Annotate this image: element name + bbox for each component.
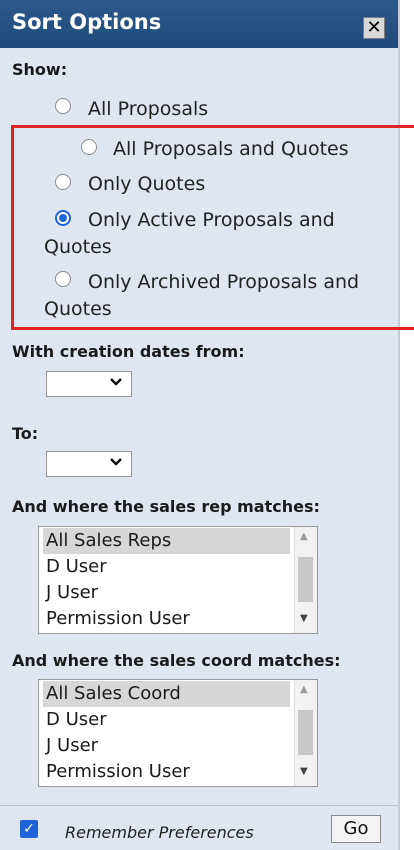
list-item[interactable]: All Sales Coord: [43, 681, 290, 707]
highlight-box: [11, 125, 414, 330]
chevron-down-icon: [109, 375, 123, 393]
show-label: Show:: [12, 60, 68, 79]
close-icon[interactable]: ✕: [363, 17, 385, 39]
list-item[interactable]: D User: [43, 554, 290, 580]
radio-all-proposals-label: All Proposals: [88, 98, 209, 120]
footer-divider: [0, 805, 398, 806]
sales-coord-listbox[interactable]: All Sales Coord D User J User Permission…: [38, 679, 318, 787]
scroll-up-icon[interactable]: ▲: [300, 684, 308, 695]
scroll-down-icon[interactable]: ▼: [300, 766, 308, 777]
list-item[interactable]: Permission User: [43, 759, 290, 785]
list-item[interactable]: D User: [43, 707, 290, 733]
list-item[interactable]: J User: [43, 580, 290, 606]
list-item[interactable]: Permission User: [43, 606, 290, 632]
remember-preferences-label: Remember Preferences: [65, 823, 254, 842]
chevron-down-icon: [109, 455, 123, 473]
date-from-select[interactable]: [46, 371, 132, 397]
scroll-thumb[interactable]: [298, 710, 313, 755]
go-button[interactable]: Go: [331, 815, 381, 843]
dialog-title: Sort Options: [12, 10, 162, 34]
sales-rep-listbox[interactable]: All Sales Reps D User J User Permission …: [38, 526, 318, 634]
scrollbar[interactable]: ▲ ▼: [294, 527, 317, 633]
scroll-thumb[interactable]: [298, 557, 313, 602]
list-item[interactable]: All Sales Reps: [43, 528, 290, 554]
date-to-select[interactable]: [46, 451, 132, 477]
sales-rep-label: And where the sales rep matches:: [12, 497, 320, 516]
radio-all-proposals[interactable]: [55, 98, 71, 114]
scrollbar[interactable]: ▲ ▼: [294, 680, 317, 786]
list-item[interactable]: J User: [43, 733, 290, 759]
creation-dates-from-label: With creation dates from:: [12, 342, 245, 361]
scroll-down-icon[interactable]: ▼: [300, 613, 308, 624]
scroll-up-icon[interactable]: ▲: [300, 531, 308, 542]
sales-coord-label: And where the sales coord matches:: [12, 651, 341, 670]
remember-preferences-checkbox[interactable]: ✓: [20, 820, 38, 838]
title-bar: Sort Options ✕: [0, 0, 398, 48]
to-label: To:: [12, 424, 39, 443]
